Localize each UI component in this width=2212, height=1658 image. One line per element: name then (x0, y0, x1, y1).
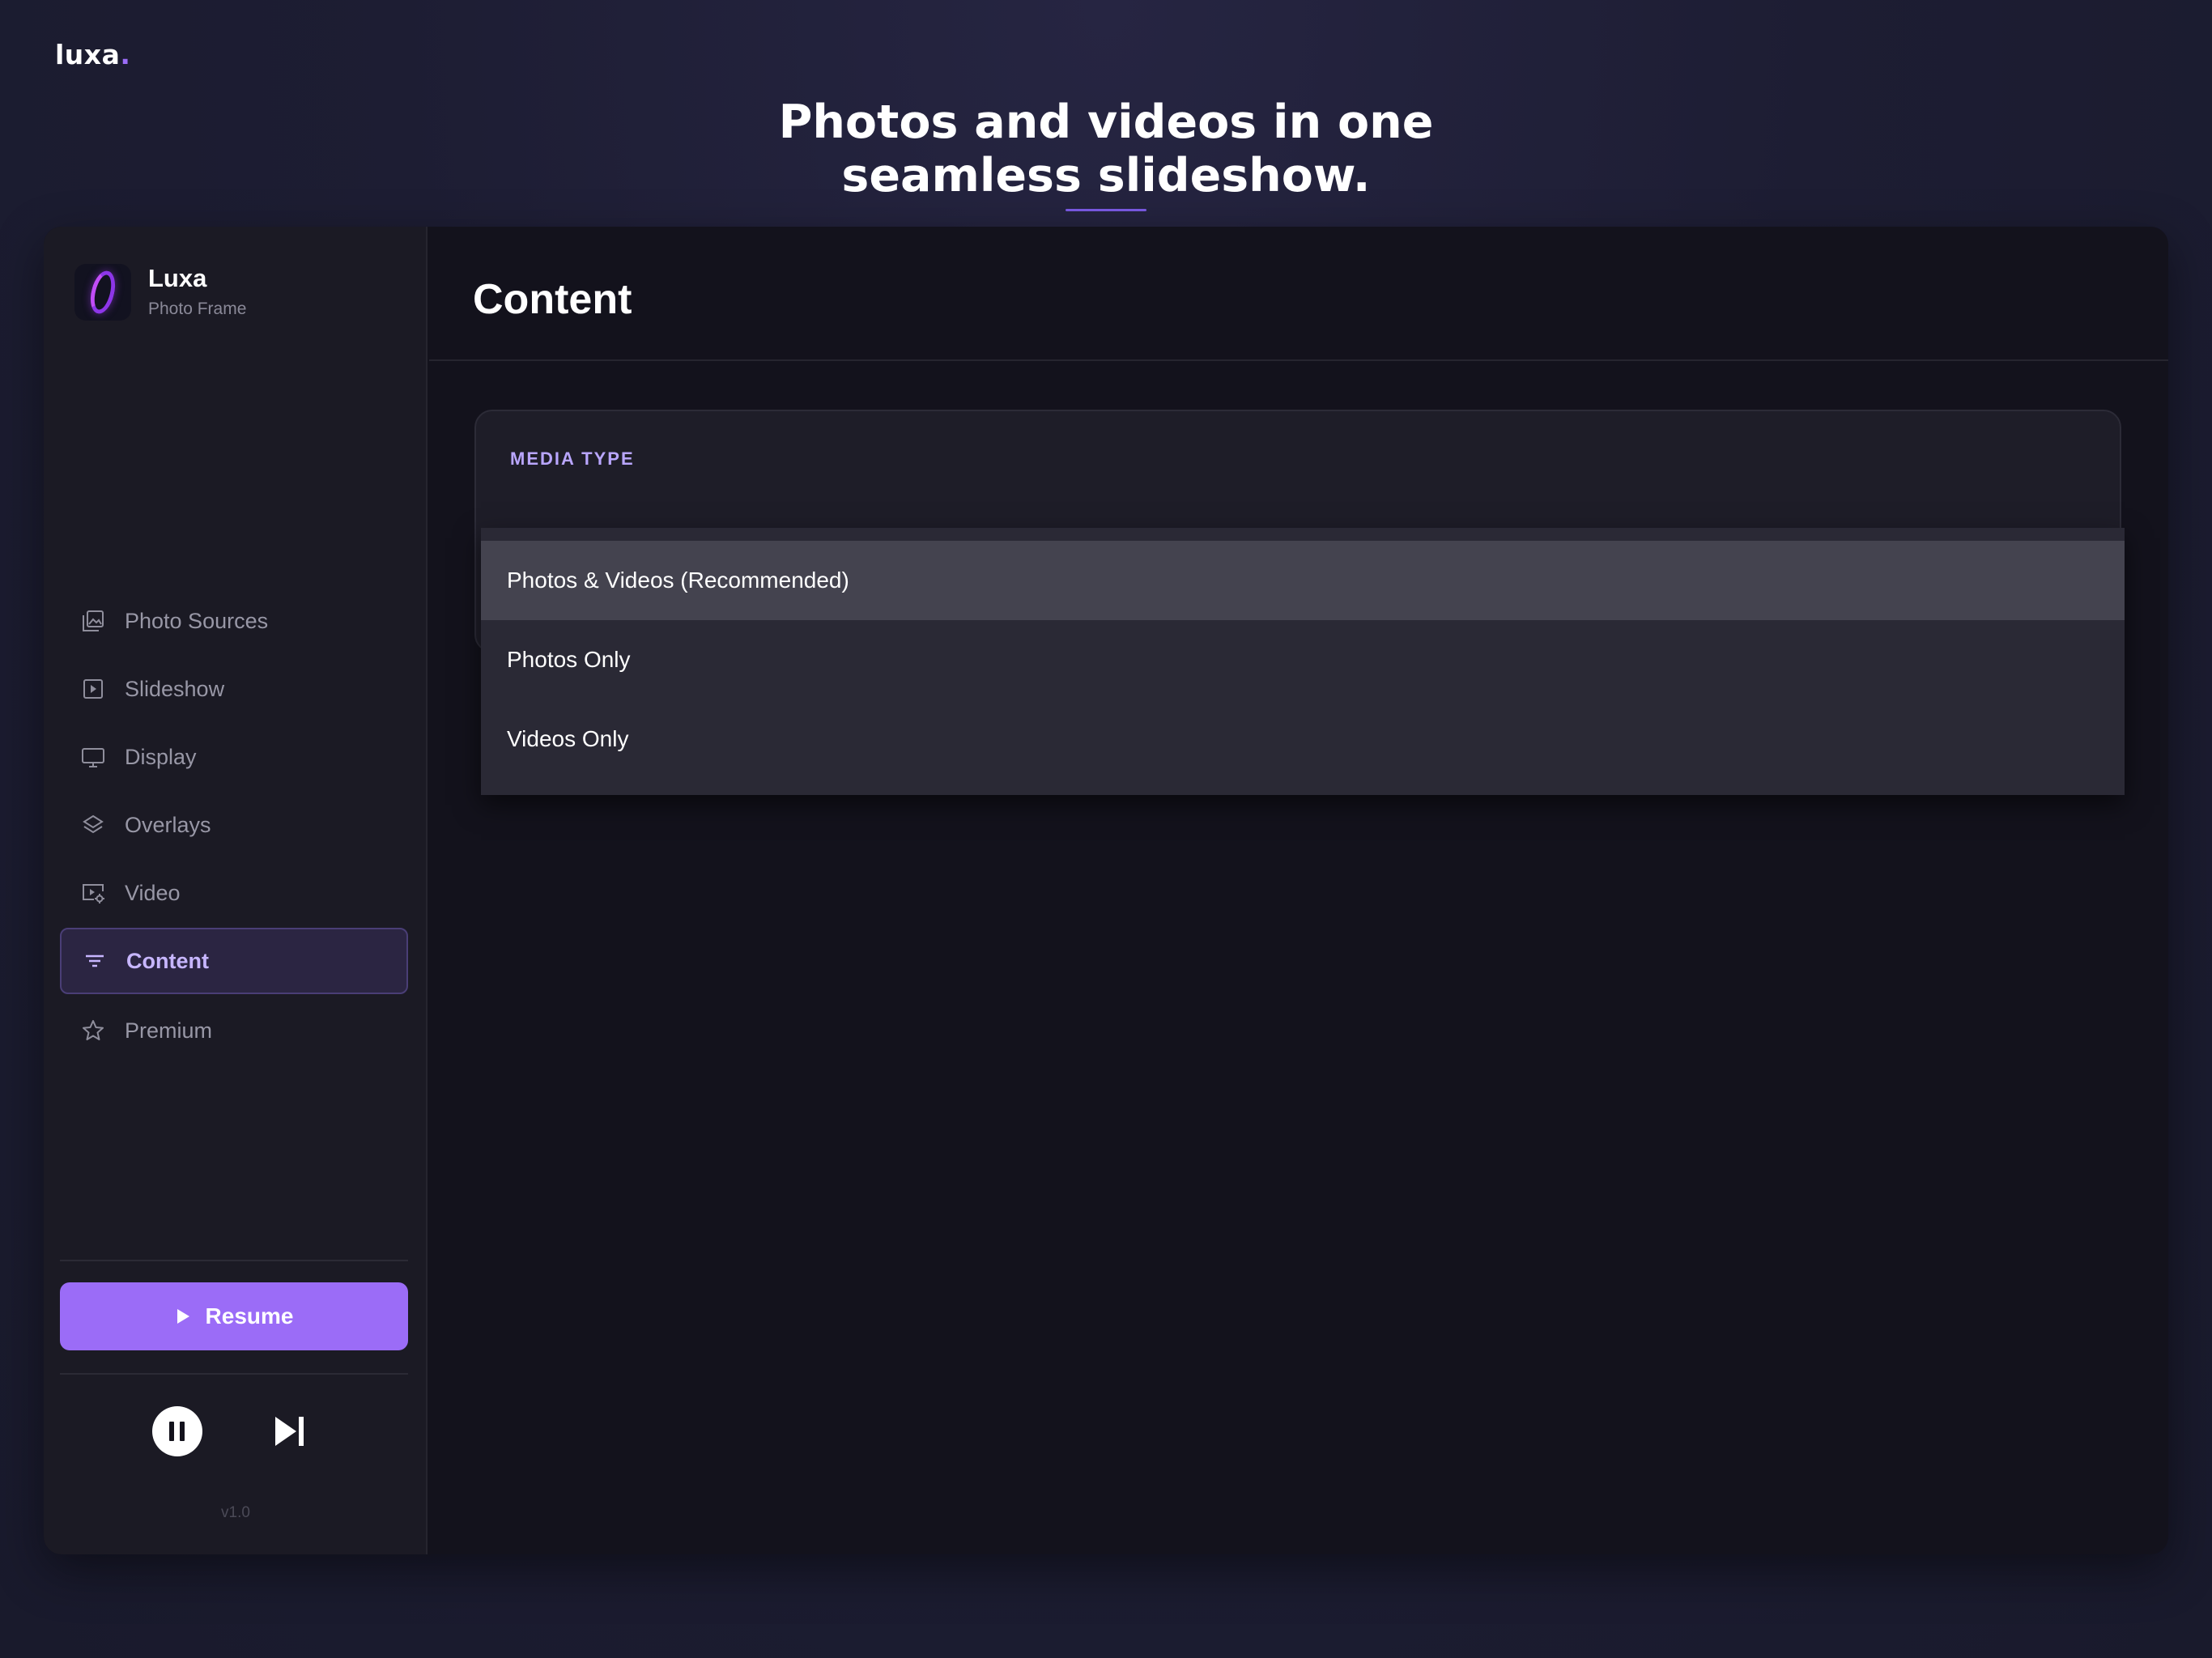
slideshow-icon (83, 679, 103, 699)
pause-button[interactable] (152, 1406, 202, 1456)
page-title: Content (473, 276, 632, 323)
dropdown-option-photos-only[interactable]: Photos Only (481, 620, 2125, 699)
sidebar-item-slideshow[interactable]: Slideshow (60, 656, 408, 722)
filter-icon (86, 954, 104, 967)
photo-library-icon (83, 610, 104, 631)
star-icon (83, 1020, 104, 1040)
monitor-icon (82, 748, 104, 767)
app-name: Luxa (148, 264, 207, 292)
resume-label: Resume (205, 1303, 294, 1329)
headline-underline (1066, 209, 1146, 211)
sidebar-item-content[interactable]: Content (60, 928, 408, 994)
sidebar-item-label: Slideshow (125, 676, 225, 701)
resume-button[interactable]: Resume (60, 1282, 408, 1350)
sidebar-item-video[interactable]: Video (60, 860, 408, 926)
layers-icon (83, 814, 104, 834)
app-window: Luxa Photo Frame Photo Sources Slideshow… (44, 227, 2168, 1554)
sidebar-item-display[interactable]: Display (60, 724, 408, 790)
sidebar-item-label: Overlays (125, 812, 211, 837)
sidebar-item-photo-sources[interactable]: Photo Sources (60, 588, 408, 654)
main-content: Content MEDIA TYPE Photos & Videos (Reco… (429, 227, 2168, 1554)
brand-text: luxa (55, 39, 121, 70)
headline: Photos and videos in one seamless slides… (0, 96, 2212, 202)
sidebar-divider (60, 1373, 408, 1375)
sidebar-divider (60, 1260, 408, 1261)
sidebar-item-label: Display (125, 744, 197, 769)
sidebar-item-label: Premium (125, 1018, 213, 1043)
header-divider (429, 359, 2168, 361)
app-logo-icon (74, 264, 131, 321)
headline-line-1: Photos and videos in one (778, 96, 1434, 149)
dropdown-option-videos-only[interactable]: Videos Only (481, 699, 2125, 779)
version-label: v1.0 (221, 1504, 250, 1521)
play-icon (177, 1309, 189, 1324)
video-settings-icon (83, 884, 104, 903)
media-type-dropdown-menu: Photos & Videos (Recommended) Photos Onl… (481, 528, 2125, 795)
sidebar-item-overlays[interactable]: Overlays (60, 792, 408, 858)
sidebar-item-label: Photo Sources (125, 608, 269, 633)
sidebar-item-premium[interactable]: Premium (60, 997, 408, 1064)
skip-next-icon[interactable] (272, 1414, 308, 1449)
headline-line-2: seamless slideshow. (841, 149, 1371, 202)
media-type-label: MEDIA TYPE (510, 449, 635, 469)
sidebar: Luxa Photo Frame Photo Sources Slideshow… (44, 227, 428, 1554)
sidebar-item-label: Content (126, 948, 209, 973)
brand-dot: . (120, 39, 131, 70)
app-subtitle: Photo Frame (148, 300, 247, 318)
sidebar-item-label: Video (125, 880, 181, 905)
dropdown-option-photos-videos[interactable]: Photos & Videos (Recommended) (481, 541, 2125, 620)
brand-logo: luxa. (55, 39, 130, 70)
